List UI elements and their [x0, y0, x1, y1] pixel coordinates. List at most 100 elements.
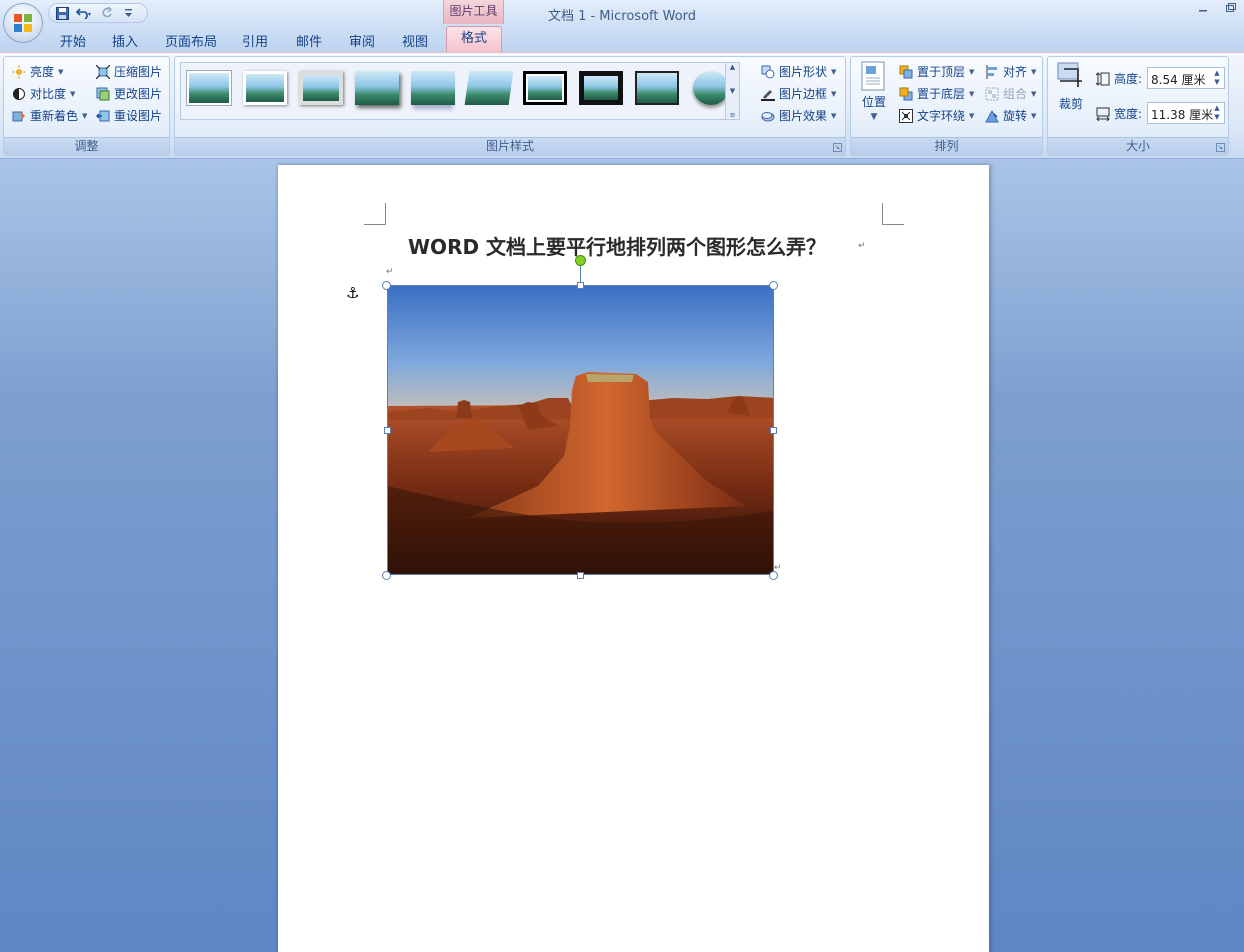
text-wrapping-label: 文字环绕: [917, 109, 966, 123]
rotate-button[interactable]: 旋转 ▼: [985, 107, 1036, 124]
resize-handle-top-right[interactable]: [769, 281, 778, 290]
tab-mailings[interactable]: 邮件: [296, 31, 322, 50]
resize-handle-left[interactable]: [384, 427, 391, 434]
tab-format[interactable]: 格式: [446, 26, 502, 52]
width-spinner[interactable]: ▲ ▼: [1212, 104, 1222, 122]
gallery-scroll-down-icon[interactable]: ▼: [730, 87, 735, 95]
recolor-icon: [12, 110, 25, 121]
brightness-button[interactable]: 亮度 ▼: [12, 63, 63, 80]
crop-button[interactable]: 裁剪: [1056, 61, 1086, 112]
picture-style-option[interactable]: [355, 71, 399, 105]
crop-icon: [1057, 62, 1082, 87]
align-button[interactable]: 对齐 ▼: [985, 63, 1036, 80]
picture-style-option[interactable]: [464, 71, 514, 105]
picture-border-button[interactable]: 图片边框 ▼: [761, 85, 836, 102]
tab-insert[interactable]: 插入: [112, 31, 138, 50]
compress-pictures-button[interactable]: 压缩图片: [96, 63, 162, 80]
picture-style-option[interactable]: [635, 71, 679, 105]
compress-pictures-label: 压缩图片: [114, 65, 163, 79]
resize-handle-right[interactable]: [770, 427, 777, 434]
reset-picture-icon: [96, 110, 110, 121]
gallery-expand-icon[interactable]: ≡: [730, 111, 736, 119]
margin-corner-mark: [882, 203, 904, 225]
group-label-picture-styles: 图片样式: [175, 137, 845, 155]
send-to-back-label: 置于底层: [917, 87, 966, 101]
tab-home[interactable]: 开始: [60, 31, 86, 50]
group-adjust: 亮度 ▼ 对比度 ▼ 重新着色 ▼ 压缩图片 更改图片 重设图片 调整: [3, 56, 170, 156]
document-page[interactable]: WORD 文档上要平行地排列两个图形怎么弄？ ↵ ↵ ⚓ ↵: [278, 165, 989, 952]
paragraph-mark-icon: ↵: [858, 241, 866, 251]
document-heading[interactable]: WORD 文档上要平行地排列两个图形怎么弄？: [408, 231, 826, 260]
picture-style-option[interactable]: [299, 71, 343, 105]
title-bar: ▾ 图片工具 文档 1 - Microsoft Word: [0, 0, 1244, 26]
resize-handle-bottom[interactable]: [577, 572, 584, 579]
picture-style-option[interactable]: [411, 71, 455, 105]
bring-to-front-label: 置于顶层: [917, 65, 966, 79]
margin-corner-mark: [364, 203, 386, 225]
group-picture-styles: ▲ ▼ ≡ 图片形状 ▼ 图片边框 ▼ 图片效果 ▼ 图片样式 ↘: [174, 56, 846, 156]
width-icon: [1096, 107, 1110, 121]
text-wrapping-icon: [899, 108, 913, 123]
tab-page-layout[interactable]: 页面布局: [165, 31, 217, 50]
group-size: 裁剪 高度: 8.54 厘米 ▲ ▼ 宽度: 11.38 厘米 ▲ ▼ 大小 ↘: [1047, 56, 1229, 156]
height-control: 高度:: [1096, 70, 1142, 87]
tab-references[interactable]: 引用: [242, 31, 268, 50]
picture-style-option[interactable]: [693, 71, 729, 105]
size-dialog-launcher-icon[interactable]: ↘: [1216, 143, 1225, 152]
picture-style-option[interactable]: [579, 71, 623, 105]
group-objects-button[interactable]: 组合 ▼: [985, 85, 1036, 102]
align-icon: [986, 64, 997, 79]
reset-picture-label: 重设图片: [114, 109, 163, 123]
gallery-scroll-up-icon[interactable]: ▲: [730, 63, 735, 71]
resize-handle-top-left[interactable]: [382, 281, 391, 290]
picture-shape-button[interactable]: 图片形状 ▼: [761, 63, 836, 80]
change-picture-button[interactable]: 更改图片: [96, 85, 162, 102]
picture-effects-label: 图片效果: [779, 109, 828, 123]
height-spinner[interactable]: ▲ ▼: [1212, 69, 1222, 87]
window-controls: [1198, 2, 1236, 16]
rotate-label: 旋转: [1003, 109, 1028, 123]
picture-effects-button[interactable]: 图片效果 ▼: [761, 107, 836, 124]
office-button[interactable]: [3, 3, 43, 43]
recolor-button[interactable]: 重新着色 ▼: [12, 107, 87, 124]
group-label-arrange: 排列: [851, 137, 1042, 155]
group-label-adjust: 调整: [4, 137, 169, 155]
resize-handle-bottom-left[interactable]: [382, 571, 391, 580]
group-label-size: 大小: [1048, 137, 1228, 155]
width-input[interactable]: 11.38 厘米 ▲ ▼: [1147, 102, 1225, 124]
office-logo-icon: [14, 14, 32, 32]
brightness-label: 亮度: [30, 65, 55, 79]
window-title: 文档 1 - Microsoft Word: [547, 9, 697, 24]
group-arrange: 位置 ▼ 置于顶层 ▼ 置于底层 ▼ 文字环绕 ▼ 对齐 ▼ 组合 ▼ 旋转 ▼ 排列: [850, 56, 1043, 156]
tab-view[interactable]: 视图: [402, 31, 428, 50]
picture-style-option[interactable]: [523, 71, 567, 105]
picture-styles-dialog-launcher-icon[interactable]: ↘: [833, 143, 842, 152]
gallery-scrollbar[interactable]: ▲ ▼ ≡: [725, 63, 739, 119]
rotation-handle[interactable]: [575, 255, 586, 266]
restore-icon[interactable]: [1226, 2, 1236, 16]
text-wrapping-button[interactable]: 文字环绕 ▼: [899, 107, 974, 124]
tab-review[interactable]: 审阅: [349, 31, 375, 50]
position-button[interactable]: 位置 ▼: [861, 61, 887, 122]
minimize-icon[interactable]: [1198, 2, 1208, 16]
bring-to-front-icon: [899, 65, 913, 78]
anchor-icon[interactable]: ⚓: [346, 284, 359, 302]
inserted-picture[interactable]: [387, 285, 774, 575]
position-label: 位置: [861, 95, 886, 109]
contrast-button[interactable]: 对比度 ▼: [12, 85, 75, 102]
rotate-icon: [985, 109, 999, 122]
picture-style-option[interactable]: [243, 71, 287, 105]
send-to-back-button[interactable]: 置于底层 ▼: [899, 85, 974, 102]
reset-picture-button[interactable]: 重设图片: [96, 107, 162, 124]
picture-shape-icon: [761, 65, 775, 78]
width-label: 宽度:: [1114, 107, 1143, 121]
brightness-icon: [12, 65, 26, 78]
bring-to-front-button[interactable]: 置于顶层 ▼: [899, 63, 974, 80]
group-objects-icon: [985, 87, 999, 100]
picture-shape-label: 图片形状: [779, 65, 828, 79]
resize-handle-top[interactable]: [577, 282, 584, 289]
height-input[interactable]: 8.54 厘米 ▲ ▼: [1147, 67, 1225, 89]
picture-style-option[interactable]: [187, 71, 231, 105]
group-objects-label: 组合: [1003, 87, 1028, 101]
height-value: 8.54 厘米: [1151, 73, 1206, 87]
